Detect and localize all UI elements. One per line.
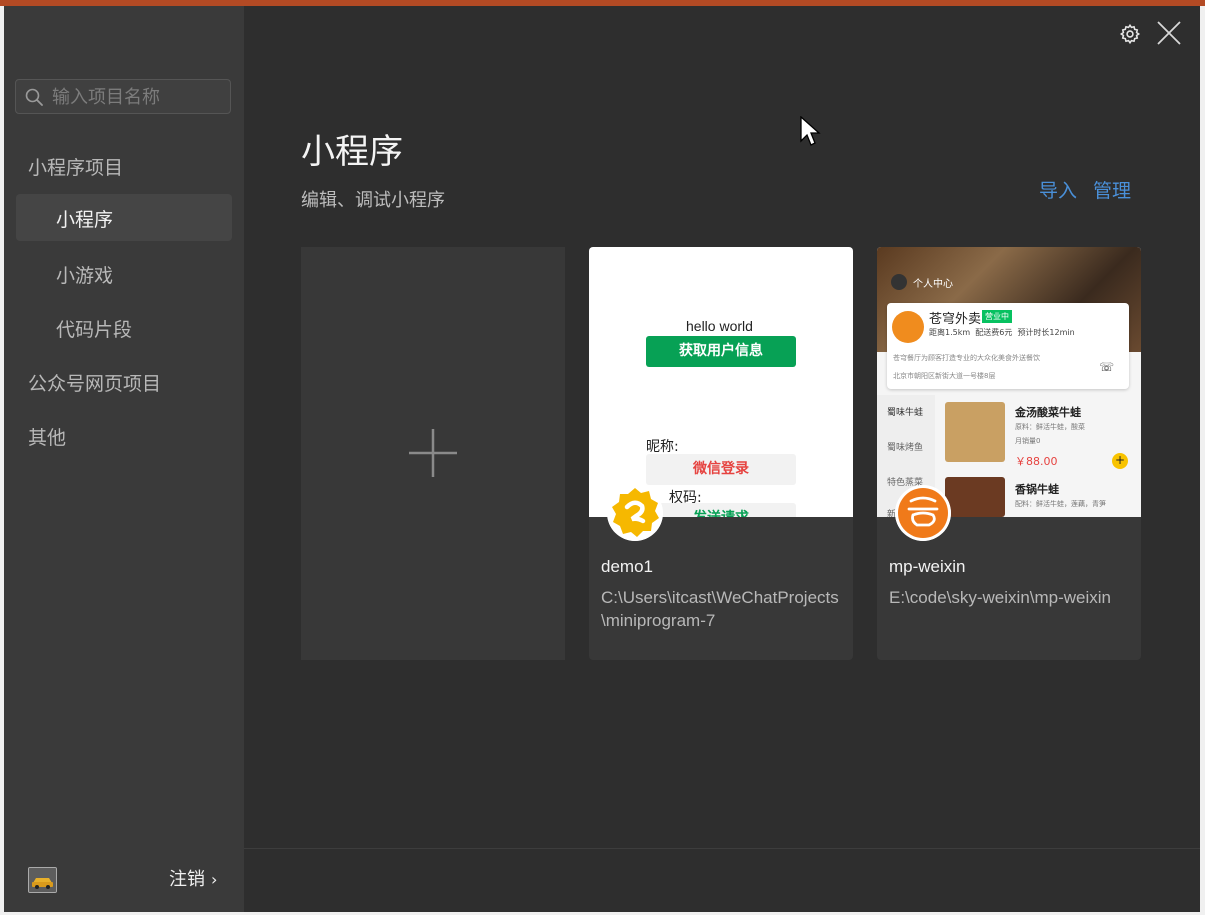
page-subtitle: 编辑、调试小程序	[301, 190, 445, 211]
preview-shop-card: 苍穹外卖 营业中 距离1.5km 配送费6元 预计时长12min 苍穹餐厅为顾客…	[887, 303, 1129, 389]
preview-dish-name: 香锅牛蛙	[1015, 483, 1059, 496]
preview-dish-image	[945, 477, 1005, 517]
project-name: mp-weixin	[889, 557, 966, 576]
project-name: demo1	[601, 557, 653, 576]
preview-dish-sales: 月销量0	[1015, 437, 1041, 445]
preview-nickname-label: 昵称:	[646, 439, 679, 455]
preview-distance: 距离1.5km	[929, 328, 971, 337]
search-icon	[25, 88, 43, 106]
project-path: C:\Users\itcast\WeChatProjects\miniprogr…	[601, 588, 839, 630]
preview-shop-address: 北京市朝阳区新街大道一号楼8层	[893, 372, 996, 380]
preview-dish-price: ￥88.00	[1015, 455, 1058, 468]
sidebar-group-official-account[interactable]: 公众号网页项目	[28, 369, 161, 396]
preview-user-icon	[891, 274, 907, 290]
import-link[interactable]: 导入	[1039, 176, 1077, 203]
sidebar-footer: 注销 ›	[4, 856, 244, 912]
project-logo	[607, 485, 663, 541]
project-thumbnail: 个人中心 苍穹外卖 营业中 距离1.5km 配送费6元 预计时长12min 苍穹…	[877, 247, 1141, 517]
sidebar-item-minigame[interactable]: 小游戏	[56, 261, 113, 288]
preview-personal-center: 个人中心	[913, 279, 953, 290]
project-path: E:\code\sky-weixin\mp-weixin	[889, 588, 1112, 607]
preview-eta: 预计时长12min	[1017, 328, 1075, 337]
project-card-demo1[interactable]: hello world 获取用户信息 昵称: 微信登录 权码: 发送请求 dem…	[589, 247, 853, 660]
avatar-car-icon	[29, 868, 56, 892]
project-logo	[895, 485, 951, 541]
sidebar-item-code-snippet[interactable]: 代码片段	[56, 315, 132, 342]
page-title: 小程序	[301, 132, 403, 172]
mouse-pointer-icon	[800, 116, 821, 146]
phone-icon: ☏	[1099, 360, 1115, 374]
manage-link[interactable]: 管理	[1093, 176, 1131, 203]
chevron-right-icon: ›	[211, 870, 218, 889]
preview-dish-desc: 配料：鲜活牛蛙，莲藕，青笋	[1015, 500, 1106, 508]
preview-category: 蜀味牛蛙	[887, 408, 924, 418]
preview-delivery-fee: 配送费6元	[975, 328, 1013, 337]
sidebar-group-miniprogram[interactable]: 小程序项目	[28, 153, 123, 180]
avatar[interactable]	[28, 867, 57, 893]
preview-send-button: 发送请求	[646, 503, 796, 517]
preview-get-user-button: 获取用户信息	[646, 336, 796, 367]
app-window: 小程序项目 小程序 小游戏 代码片段 公众号网页项目 其他 注销 ›	[0, 6, 1205, 915]
preview-status-badge: 营业中	[982, 310, 1012, 323]
preview-hello-text: hello world	[686, 318, 753, 334]
search-box[interactable]	[15, 79, 231, 114]
close-icon[interactable]	[1156, 20, 1182, 46]
project-logo-icon	[607, 485, 663, 541]
sidebar: 小程序项目 小程序 小游戏 代码片段 公众号网页项目 其他 注销 ›	[4, 6, 244, 912]
project-card-mp-weixin[interactable]: 个人中心 苍穹外卖 营业中 距离1.5km 配送费6元 预计时长12min 苍穹…	[877, 247, 1141, 660]
preview-dish-name: 金汤酸菜牛蛙	[1015, 406, 1081, 419]
project-logo-icon	[895, 485, 951, 541]
preview-wechat-login-button: 微信登录	[646, 454, 796, 485]
project-thumbnail: hello world 获取用户信息 昵称: 微信登录 权码: 发送请求	[589, 247, 853, 517]
preview-shop-desc: 苍穹餐厅为顾客打造专业的大众化美食外送餐饮	[893, 354, 1040, 362]
logout-button[interactable]: 注销 ›	[169, 865, 217, 891]
gear-icon[interactable]	[1119, 23, 1141, 45]
preview-shop-meta: 距离1.5km 配送费6元 预计时长12min	[929, 327, 1075, 338]
add-dish-icon: +	[1112, 453, 1128, 469]
preview-dish-desc: 原料：鲜活牛蛙，酸菜	[1015, 423, 1085, 431]
logout-label: 注销	[169, 869, 205, 890]
footer-divider	[244, 848, 1204, 849]
preview-shop-logo	[892, 311, 924, 343]
main-panel: 小程序 编辑、调试小程序 导入 管理 hello world 获取用户信息 昵称…	[244, 6, 1204, 912]
window-border-right	[1200, 6, 1205, 915]
new-project-card[interactable]	[301, 247, 565, 660]
preview-category: 蜀味烤鱼	[887, 443, 924, 453]
preview-shop-name: 苍穹外卖	[929, 312, 982, 327]
plus-icon	[409, 429, 457, 477]
sidebar-item-label: 小程序	[56, 209, 114, 231]
search-input[interactable]	[50, 84, 229, 111]
preview-dish-image	[945, 402, 1005, 462]
sidebar-item-miniprogram[interactable]: 小程序	[16, 194, 232, 241]
sidebar-group-other[interactable]: 其他	[28, 423, 66, 450]
